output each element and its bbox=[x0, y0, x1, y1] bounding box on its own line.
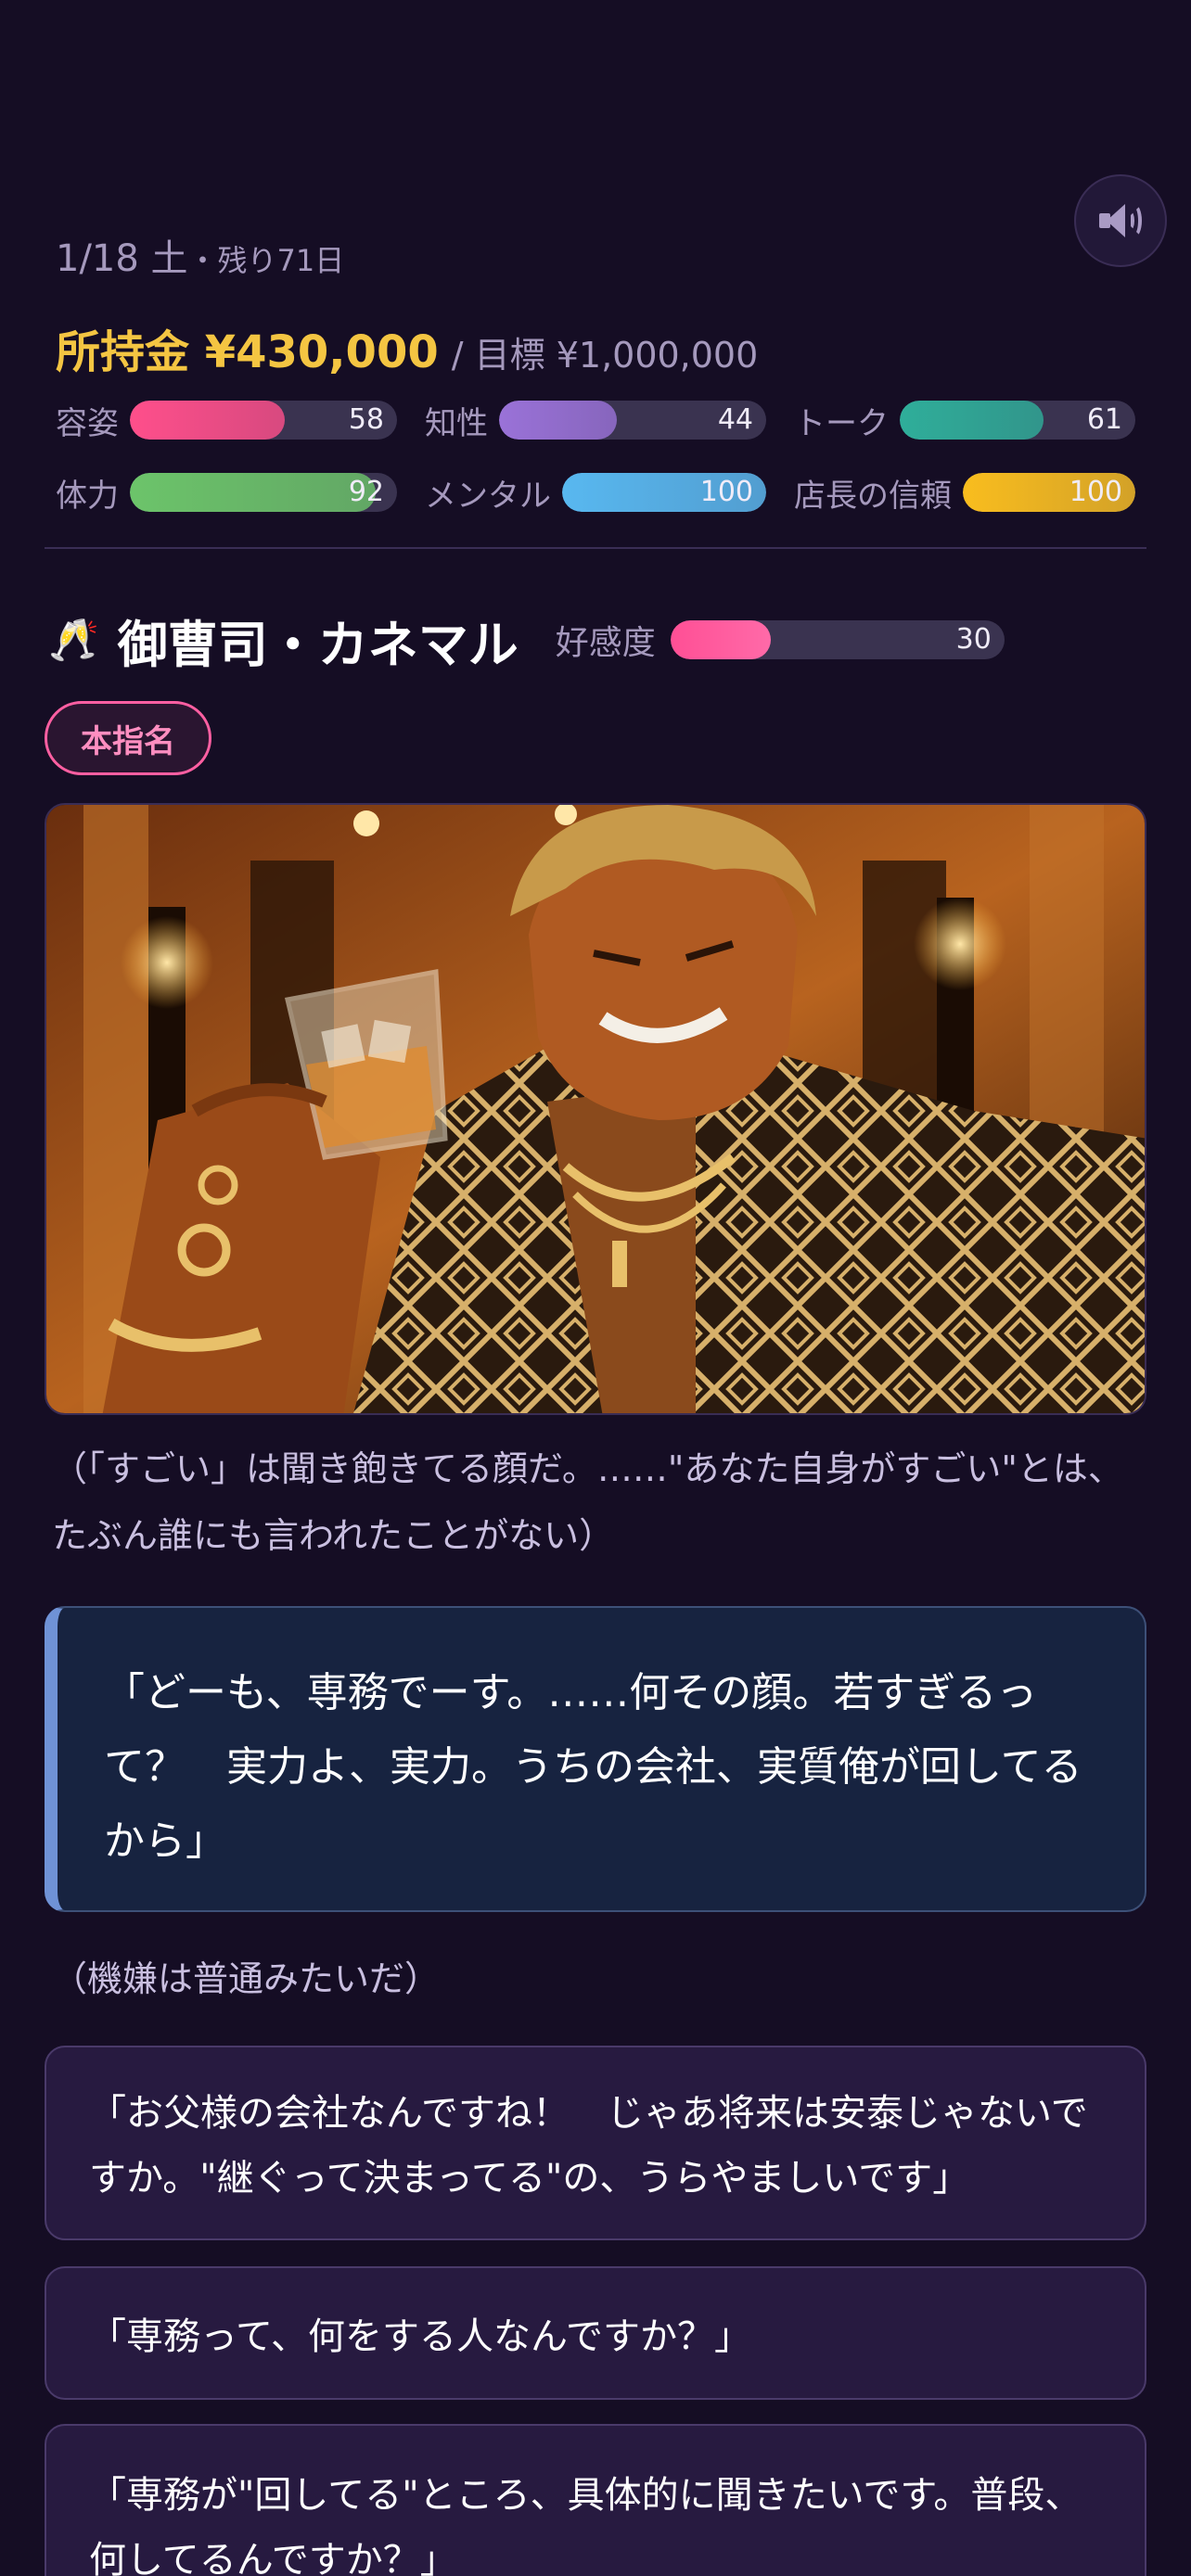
stat-label: トーク bbox=[794, 404, 889, 442]
choice-text: 「専務って、何をする人なんですか？」 bbox=[89, 2315, 751, 2358]
speech-text: 「どーも、専務でーす。……何その顔。若すぎるって？ 実力よ、実力。うちの会社、実… bbox=[104, 1669, 1082, 1865]
character-name: 御曹司・カネマル bbox=[117, 615, 519, 674]
choice-button-3[interactable]: 「専務が"回してる"ところ、具体的に聞きたいです。普段、何してるんですか？」 bbox=[45, 2424, 1146, 2576]
stat-value: 61 bbox=[1086, 403, 1122, 436]
champagne-glass-icon: 🥂 bbox=[48, 617, 99, 664]
character-speech-box: 「どーも、専務でーす。……何その顔。若すぎるって？ 実力よ、実力。うちの会社、実… bbox=[45, 1606, 1146, 1912]
affection-fill bbox=[670, 620, 771, 659]
stat-bar: 61 bbox=[900, 401, 1135, 440]
choice-button-2[interactable]: 「専務って、何をする人なんですか？」 bbox=[45, 2266, 1146, 2400]
stat-label: メンタル bbox=[425, 477, 551, 515]
stat-label: 知性 bbox=[425, 404, 488, 442]
choice-button-1[interactable]: 「お父様の会社なんですね！ じゃあ将来は安泰じゃないですか。"継ぐって決まってる… bbox=[45, 2046, 1146, 2240]
money-amount: 所持金 ¥430,000 bbox=[56, 326, 439, 378]
choice-text: 「専務が"回してる"ところ、具体的に聞きたいです。普段、何してるんですか？」 bbox=[89, 2474, 1082, 2576]
stat-bar: 92 bbox=[130, 473, 397, 512]
speaker-icon bbox=[1099, 202, 1142, 239]
stat-label: 店長の信頼 bbox=[794, 477, 952, 515]
sound-toggle-button[interactable] bbox=[1074, 174, 1167, 267]
date-text: 1/18 土 bbox=[56, 237, 188, 280]
stat-fill bbox=[900, 401, 1044, 440]
stat-value: 44 bbox=[717, 403, 753, 436]
stat-fill bbox=[499, 401, 617, 440]
affection-value: 30 bbox=[955, 623, 992, 656]
stats-row: 容姿 58 知性 44 トーク 61 bbox=[56, 397, 1135, 443]
stat-bar: 58 bbox=[130, 401, 397, 440]
affection-label: 好感度 bbox=[555, 624, 656, 662]
divider bbox=[45, 547, 1146, 549]
stats-row: 体力 92 メンタル 100 店長の信頼 100 bbox=[56, 469, 1135, 516]
stat-mental: メンタル 100 bbox=[425, 469, 794, 516]
date-display: 1/18 土・残り71日 bbox=[56, 228, 344, 282]
stat-bar: 44 bbox=[499, 401, 766, 440]
stat-intelligence: 知性 44 bbox=[425, 397, 794, 443]
nomination-badge: 本指名 bbox=[45, 701, 211, 775]
stat-value: 100 bbox=[699, 476, 753, 508]
stat-stamina: 体力 92 bbox=[56, 469, 425, 516]
stat-label: 容姿 bbox=[56, 404, 119, 442]
stat-fill bbox=[130, 401, 286, 440]
stat-looks: 容姿 58 bbox=[56, 397, 425, 443]
money-display: 所持金 ¥430,000 / 目標 ¥1,000,000 bbox=[56, 315, 758, 380]
mood-narration: （機嫌は普通みたいだ） bbox=[52, 1958, 441, 1999]
portrait-illustration bbox=[46, 805, 1145, 1413]
money-goal: / 目標 ¥1,000,000 bbox=[451, 335, 759, 376]
affection-bar: 30 bbox=[670, 620, 1005, 659]
stat-value: 92 bbox=[348, 476, 384, 508]
character-portrait bbox=[45, 803, 1146, 1415]
stat-talk: トーク 61 bbox=[794, 397, 1135, 443]
narration-text: （「すごい」は聞き飽きてる顔だ。……"あなた自身がすごい"とは、たぶん誰にも言わ… bbox=[52, 1448, 1123, 1556]
stats-panel: 容姿 58 知性 44 トーク 61 体力 92 メンタル 100 店長の信頼 bbox=[56, 397, 1135, 542]
stat-bar: 100 bbox=[963, 473, 1135, 512]
stat-manager-trust: 店長の信頼 100 bbox=[794, 469, 1135, 516]
stat-fill bbox=[130, 473, 376, 512]
stat-bar: 100 bbox=[562, 473, 766, 512]
remaining-days: ・残り71日 bbox=[187, 243, 345, 278]
choice-text: 「お父様の会社なんですね！ じゃあ将来は安泰じゃないですか。"継ぐって決まってる… bbox=[89, 2092, 1088, 2200]
game-screen: 1/18 土・残り71日 所持金 ¥430,000 / 目標 ¥1,000,00… bbox=[0, 0, 1191, 2576]
stat-value: 58 bbox=[348, 403, 384, 436]
character-header: 🥂 御曹司・カネマル 好感度 30 bbox=[48, 593, 1005, 686]
stat-value: 100 bbox=[1069, 476, 1122, 508]
stat-label: 体力 bbox=[56, 477, 119, 515]
